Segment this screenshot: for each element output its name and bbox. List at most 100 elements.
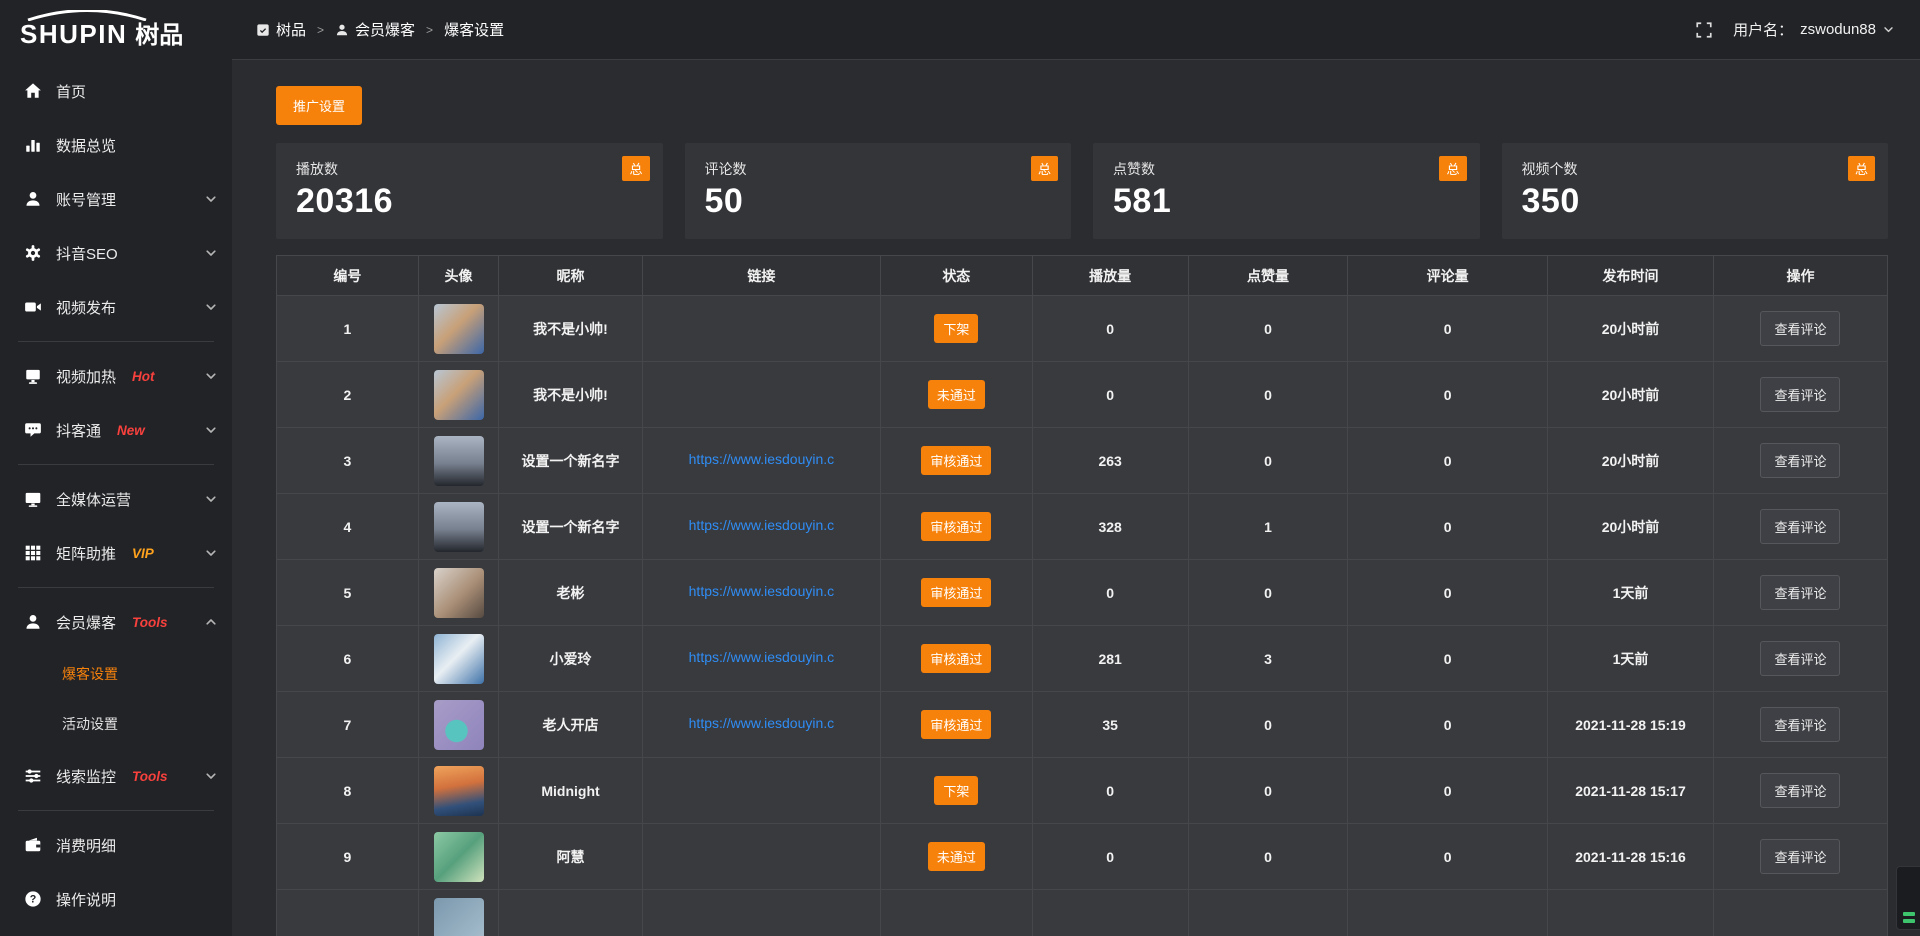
cell-id: 5 — [277, 560, 419, 626]
cell-nickname: 设置一个新名字 — [499, 494, 642, 560]
cell-avatar — [418, 296, 499, 362]
nickname-text: 老彬 — [557, 585, 585, 601]
cell-action: 查看评论 — [1713, 494, 1887, 560]
cell-comments: 0 — [1348, 560, 1548, 626]
view-comments-button[interactable]: 查看评论 — [1760, 575, 1840, 610]
view-comments-button[interactable]: 查看评论 — [1760, 839, 1840, 874]
sidebar-item[interactable]: 抖音SEO — [0, 226, 232, 280]
time-value: 20小时前 — [1602, 321, 1660, 337]
cell-status: 审核通过 — [881, 494, 1032, 560]
sidebar-item[interactable]: 消费明细 — [0, 818, 232, 872]
sidebar-item[interactable]: ? 操作说明 — [0, 872, 232, 926]
sidebar-item-tag: New — [117, 423, 145, 438]
brand-logo: SHUPIN 树品 — [0, 0, 232, 58]
fullscreen-icon[interactable] — [1695, 21, 1713, 39]
sidebar-subitem[interactable]: 活动设置 — [0, 699, 232, 749]
logo-latin: SHUPIN — [20, 21, 127, 47]
gear-icon — [24, 244, 42, 262]
view-comments-button[interactable]: 查看评论 — [1760, 641, 1840, 676]
videos-table-wrap: 编号头像昵称链接状态播放量点赞量评论量发布时间操作 1我不是小帅!下架00020… — [276, 255, 1888, 936]
time-value: 1天前 — [1613, 585, 1649, 601]
cell-id: 6 — [277, 626, 419, 692]
view-comments-button[interactable]: 查看评论 — [1760, 443, 1840, 478]
nickname-text: 设置一个新名字 — [522, 519, 620, 535]
sidebar-item[interactable]: 首页 — [0, 64, 232, 118]
sidebar-subitem[interactable]: 爆客设置 — [0, 649, 232, 699]
row-id: 2 — [343, 387, 351, 403]
cell-nickname — [499, 890, 642, 936]
avatar — [434, 436, 484, 486]
video-link[interactable]: https://www.iesdouyin.c — [689, 517, 835, 533]
video-link[interactable]: https://www.iesdouyin.c — [689, 451, 835, 467]
stat-card-value: 20316 — [296, 182, 643, 221]
status-badge: 审核通过 — [921, 512, 991, 541]
breadcrumb-label: 树品 — [276, 19, 306, 40]
cell-likes: 0 — [1188, 758, 1347, 824]
breadcrumb-item[interactable]: 会员爆客 — [335, 19, 415, 40]
cell-nickname: 小爱玲 — [499, 626, 642, 692]
likes-value: 0 — [1264, 849, 1272, 865]
sidebar-item-label: 线索监控 — [56, 766, 116, 787]
cell-id — [277, 890, 419, 936]
cell-id: 8 — [277, 758, 419, 824]
logo-cjk: 树品 — [135, 24, 183, 48]
nickname-text: 阿慧 — [557, 849, 585, 865]
video-link[interactable]: https://www.iesdouyin.c — [689, 583, 835, 599]
view-comments-button[interactable]: 查看评论 — [1760, 311, 1840, 346]
likes-value: 0 — [1264, 321, 1272, 337]
username-label: 用户名： — [1733, 19, 1793, 40]
floating-widget[interactable] — [1896, 866, 1920, 930]
avatar — [434, 502, 484, 552]
sidebar-item-tag: VIP — [132, 546, 154, 561]
svg-text:?: ? — [30, 894, 37, 906]
video-link[interactable]: https://www.iesdouyin.c — [689, 649, 835, 665]
sidebar-item-tag: Tools — [132, 615, 168, 630]
cell-link-wrap: https://www.iesdouyin.c — [642, 494, 880, 560]
cell-link-wrap: https://www.iesdouyin.c — [642, 560, 880, 626]
video-link[interactable]: https://www.iesdouyin.c — [689, 715, 835, 731]
view-comments-button[interactable]: 查看评论 — [1760, 707, 1840, 742]
view-comments-button[interactable]: 查看评论 — [1760, 377, 1840, 412]
comments-value: 0 — [1444, 651, 1452, 667]
sidebar-item[interactable]: 线索监控Tools — [0, 749, 232, 803]
table-header-cell: 状态 — [881, 256, 1032, 296]
table-row: 6小爱玲https://www.iesdouyin.c审核通过281301天前查… — [277, 626, 1888, 692]
user-menu[interactable]: 用户名：zswodun88 — [1733, 19, 1894, 40]
breadcrumb-label: 爆客设置 — [444, 19, 504, 40]
chevron-down-icon — [205, 193, 217, 205]
cell-time: 1天前 — [1548, 626, 1714, 692]
breadcrumb-separator: > — [317, 23, 324, 37]
cell-plays: 35 — [1032, 692, 1188, 758]
cell-link-wrap — [642, 296, 880, 362]
sidebar-item-label: 抖音SEO — [56, 243, 118, 264]
table-header-cell: 头像 — [418, 256, 499, 296]
avatar — [434, 766, 484, 816]
breadcrumb-item[interactable]: 爆客设置 — [444, 19, 504, 40]
sidebar-item[interactable]: 会员爆客Tools — [0, 595, 232, 649]
sidebar-item[interactable]: 数据总览 — [0, 118, 232, 172]
panel-icon — [256, 23, 270, 37]
table-row: 5老彬https://www.iesdouyin.c审核通过0001天前查看评论 — [277, 560, 1888, 626]
cell-avatar — [418, 890, 499, 936]
cell-status: 审核通过 — [881, 626, 1032, 692]
sidebar-item[interactable]: 视频加热Hot — [0, 349, 232, 403]
promotion-settings-button[interactable]: 推广设置 — [276, 86, 362, 125]
cell-plays: 0 — [1032, 560, 1188, 626]
plays-value: 0 — [1106, 849, 1114, 865]
view-comments-button[interactable]: 查看评论 — [1760, 773, 1840, 808]
time-value: 1天前 — [1613, 651, 1649, 667]
avatar — [434, 634, 484, 684]
avatar — [434, 370, 484, 420]
comments-value: 0 — [1444, 321, 1452, 337]
sidebar-item-label: 操作说明 — [56, 889, 116, 910]
sidebar-item[interactable]: 抖客通New — [0, 403, 232, 457]
cell-status: 未通过 — [881, 362, 1032, 428]
view-comments-button[interactable]: 查看评论 — [1760, 509, 1840, 544]
sidebar-item-label: 账号管理 — [56, 189, 116, 210]
sidebar-item[interactable]: 账号管理 — [0, 172, 232, 226]
sidebar-item[interactable]: 全媒体运营 — [0, 472, 232, 526]
sidebar-item[interactable]: 矩阵助推VIP — [0, 526, 232, 580]
sidebar-item[interactable]: 视频发布 — [0, 280, 232, 334]
cell-action: 查看评论 — [1713, 692, 1887, 758]
breadcrumb-item[interactable]: 树品 — [256, 19, 306, 40]
